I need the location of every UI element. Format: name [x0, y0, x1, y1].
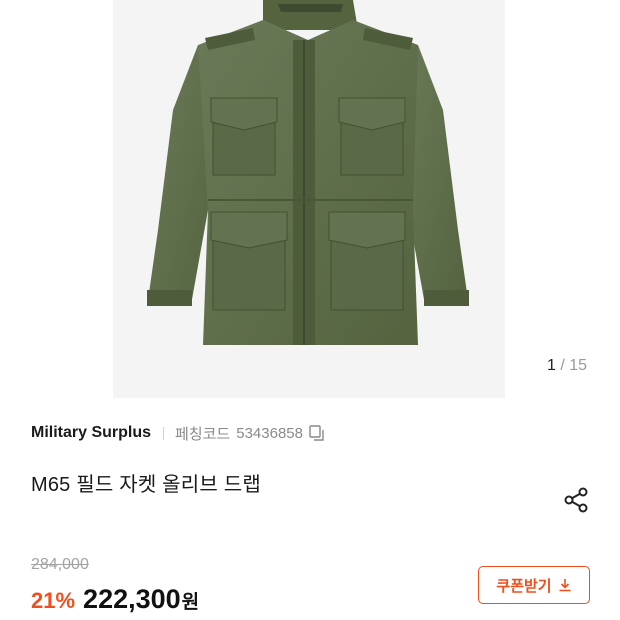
product-image[interactable]	[113, 0, 505, 398]
discount-rate: 21%	[31, 588, 76, 613]
original-price: 284,000	[31, 556, 89, 573]
coupon-button-label: 쿠폰받기	[496, 577, 552, 595]
counter-separator: /	[560, 357, 565, 374]
currency-unit: 원	[181, 592, 200, 613]
divider	[163, 426, 165, 440]
copy-icon[interactable]	[308, 424, 326, 442]
total-image-count: 15	[569, 357, 588, 374]
brand-row: Military Surplus 페칭코드 53436858	[31, 421, 326, 445]
download-icon	[558, 578, 572, 592]
jacket-illustration	[113, 0, 505, 398]
sale-price: 222,300	[83, 584, 181, 614]
current-image-index: 1	[547, 357, 556, 374]
image-counter: 1 / 15	[547, 357, 587, 375]
product-code-value: 53436858	[236, 424, 303, 442]
share-icon[interactable]	[560, 484, 592, 516]
price-row: 21% 222,300 원	[31, 584, 199, 615]
product-code-label: 페칭코드	[175, 425, 231, 443]
brand-name[interactable]: Military Surplus	[31, 424, 151, 442]
image-gallery[interactable]: 1 / 15	[0, 0, 620, 400]
product-title: M65 필드 자켓 올리브 드랩	[31, 474, 261, 496]
coupon-button[interactable]: 쿠폰받기	[478, 566, 590, 604]
